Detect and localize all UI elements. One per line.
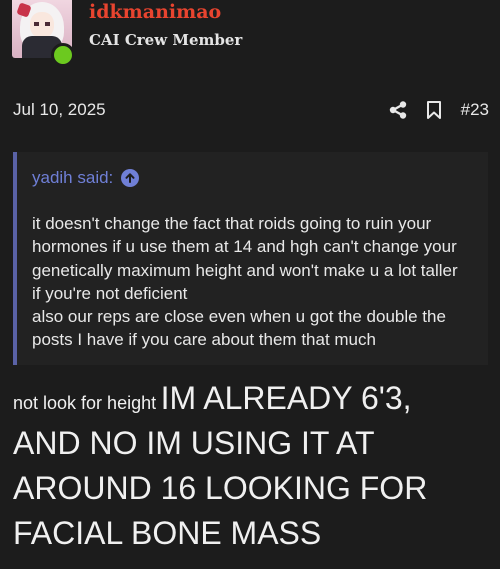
user-title: CAI Crew Member <box>89 31 243 49</box>
reply-line: not look for height IM ALREADY 6'3, <box>13 376 493 421</box>
post-number-link[interactable]: #23 <box>461 98 489 122</box>
reply-line: AROUND 16 LOOKING FOR <box>13 466 493 511</box>
quote-line: also our reps are close even when u got … <box>32 307 446 327</box>
bookmark-icon[interactable] <box>423 99 445 121</box>
quote-block: yadih said: it doesn't change the fact t… <box>13 152 488 365</box>
quote-line: posts I have if you care about them that… <box>32 330 376 350</box>
reply-small-text: not look for height <box>13 393 157 413</box>
reply-line: AND NO IM USING IT AT <box>13 421 493 466</box>
quote-line: genetically maximum height and won't mak… <box>32 260 458 280</box>
quote-author-link[interactable]: yadih said: <box>32 168 113 188</box>
quote-line: if you're not deficient <box>32 283 188 303</box>
reply-text: not look for height IM ALREADY 6'3, AND … <box>13 376 493 556</box>
post-actions: #23 <box>387 98 489 122</box>
post-author-header: idkmanimao CAI Crew Member <box>12 0 488 67</box>
online-status-icon <box>51 43 75 67</box>
quote-line: hormones if u use them at 14 and hgh can… <box>32 237 457 257</box>
quote-text: it doesn't change the fact that roids go… <box>32 212 482 352</box>
username-link[interactable]: idkmanimao <box>89 0 221 24</box>
quote-line: it doesn't change the fact that roids go… <box>32 214 432 233</box>
quote-header: yadih said: <box>32 166 140 190</box>
avatar-eyes <box>34 22 50 26</box>
reply-big-text: AND NO IM USING IT AT <box>13 425 375 461</box>
share-icon[interactable] <box>387 99 409 121</box>
reply-line: FACIAL BONE MASS <box>13 511 493 556</box>
arrow-up-icon[interactable] <box>121 169 140 187</box>
post-date-link[interactable]: Jul 10, 2025 <box>13 98 106 122</box>
reply-big-text: AROUND 16 LOOKING FOR <box>13 470 428 506</box>
reply-big-text: IM ALREADY 6'3, <box>160 380 412 416</box>
reply-big-text: FACIAL BONE MASS <box>13 515 322 551</box>
post-meta-bar: Jul 10, 2025 #23 <box>13 98 489 122</box>
